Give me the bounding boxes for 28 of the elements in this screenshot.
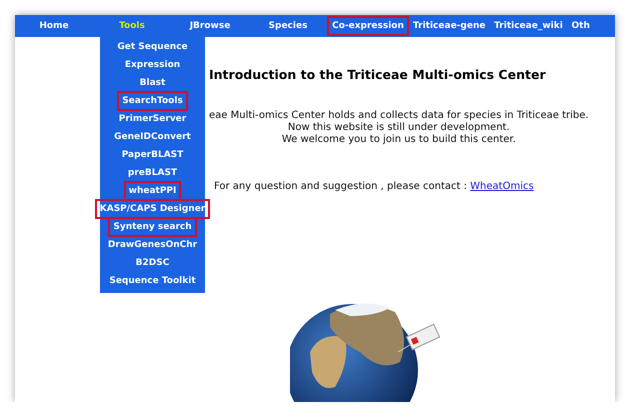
nav-link[interactable]: JBrowse (172, 17, 248, 35)
menu-item[interactable]: GeneIDConvert (111, 129, 194, 145)
menu-item[interactable]: PaperBLAST (118, 147, 186, 163)
page-title: Introduction to the Triticeae Multi-omics Center (209, 67, 547, 82)
nav-link[interactable]: Home (16, 17, 92, 35)
menu-item[interactable]: KASP/CAPS Designer (96, 201, 208, 217)
menu-item[interactable]: Sequence Toolkit (106, 273, 199, 289)
intro-text: eae Multi-omics Center holds and collects data for species in Triticeae tribe. (209, 110, 589, 122)
menu-item[interactable]: preBLAST (124, 165, 180, 181)
menu-item[interactable]: Synteny search (110, 219, 195, 235)
nav-link[interactable]: Oth (568, 17, 593, 35)
menu-item[interactable]: PrimerServer (116, 111, 190, 127)
menu-item[interactable]: Get Sequence (114, 39, 191, 55)
menu-item[interactable]: SearchTools (119, 93, 186, 109)
nav-link[interactable]: Tools (94, 17, 170, 35)
menu-item[interactable]: wheatPPI (126, 183, 180, 199)
menu-item[interactable]: B2DSC (132, 255, 172, 271)
menu-item[interactable]: DrawGenesOnChr (104, 237, 200, 253)
nav-link[interactable]: Species (250, 17, 326, 35)
intro-text: We welcome you to join us to build this center. (282, 134, 516, 146)
nav-link[interactable]: Triticeae_wiki (490, 17, 566, 35)
menu-item[interactable]: Expression (122, 57, 184, 73)
contact-link[interactable]: WheatOmics (470, 181, 534, 192)
intro-text: Now this website is still under development. (288, 122, 510, 134)
menu-item[interactable]: Blast (136, 75, 168, 91)
nav-link[interactable]: Co-expression (328, 17, 408, 35)
contact-text: For any question and suggestion , please contact : WheatOmics (214, 181, 535, 192)
nav-link[interactable]: Triticeae-gene (410, 17, 488, 35)
